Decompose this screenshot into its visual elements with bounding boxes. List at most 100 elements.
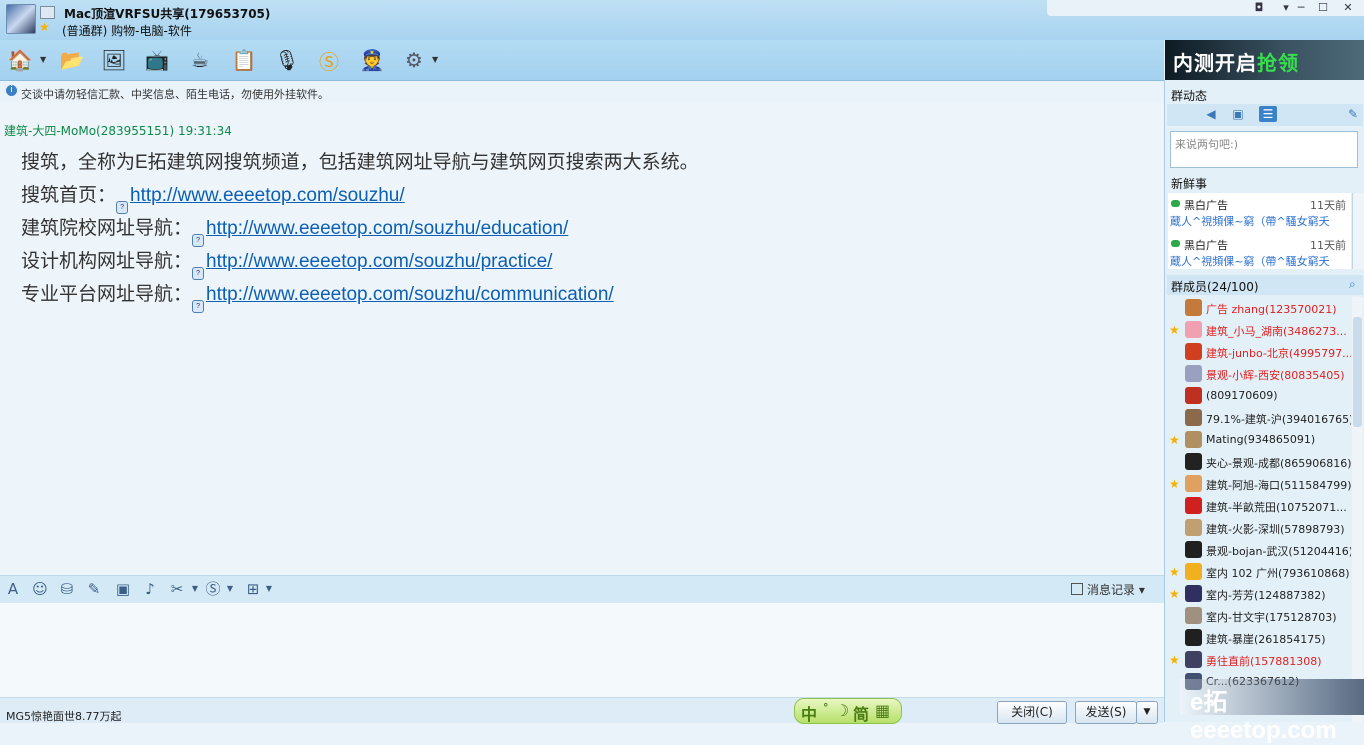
window-title: Mac顶渲VRFSU共享(179653705) [64, 7, 271, 21]
message-text: 建筑院校网址导航： [21, 218, 193, 239]
member-item[interactable]: ★ 建筑-阿旭-海口(511584799) [1165, 473, 1351, 495]
member-item[interactable]: ★ 室内 102 广州(793610868) [1165, 561, 1351, 583]
edit-icon[interactable]: ✎ [85, 580, 103, 598]
speaker-icon[interactable]: ◀ [1202, 106, 1220, 122]
avatar[interactable] [1185, 607, 1202, 624]
chevron-down-icon[interactable]: ▼ [260, 580, 278, 598]
image-icon[interactable]: ▣ [1229, 106, 1247, 122]
news-item[interactable]: 黑白广告 11天前 蔵人^視頻倮~窮（帶^騷女窮夭 [1170, 235, 1350, 269]
avatar[interactable] [1185, 541, 1202, 558]
link-safe-icon: ? [192, 300, 205, 313]
chevron-down-icon[interactable]: ▼ [221, 580, 239, 598]
scrollbar-thumb[interactable] [1353, 317, 1362, 427]
chevron-down-icon[interactable]: ▼ [186, 580, 204, 598]
member-item[interactable]: 景观-bojan-武汉(51204416) [1165, 539, 1351, 561]
avatar[interactable] [1185, 497, 1202, 514]
ime-chinese[interactable]: 中 [801, 701, 817, 725]
avatar[interactable] [1185, 365, 1202, 382]
member-item[interactable]: 室内-甘文宇(175128703) [1165, 605, 1351, 627]
s-app-icon[interactable]: Ⓢ [315, 46, 343, 74]
gift-icon[interactable]: ⛁ [58, 580, 76, 598]
group-avatar[interactable] [6, 4, 36, 34]
keyboard-icon[interactable]: ▦ [875, 701, 890, 720]
member-item[interactable]: 79.1%-建筑-沪(394016765) [1165, 407, 1351, 429]
avatar[interactable] [1185, 431, 1202, 448]
member-item[interactable]: 建筑-半畝荒田(10752071... [1165, 495, 1351, 517]
video-icon[interactable]: 📺 [143, 46, 171, 74]
send-button[interactable]: 发送(S) [1075, 701, 1137, 724]
member-item[interactable]: ★ 室内-芳芳(124887382) [1165, 583, 1351, 605]
message-link[interactable]: http://www.eeeetop.com/souzhu/communicat… [206, 284, 614, 305]
avatar[interactable] [1185, 585, 1202, 602]
ime-punct[interactable]: ° [823, 701, 829, 714]
chevron-down-icon[interactable]: ▼ [432, 55, 438, 64]
member-item[interactable]: ★ Mating(934865091) [1165, 429, 1351, 451]
ime-simplified[interactable]: 简 [853, 701, 869, 725]
avatar[interactable] [1185, 563, 1202, 580]
skin-icon[interactable]: ◘ [1247, 0, 1271, 16]
message-history-button[interactable]: 消息记录 ▾ [1071, 581, 1145, 598]
s-icon[interactable]: Ⓢ [204, 580, 222, 598]
bottom-bar: MG5惊艳面世8.77万起 [0, 697, 1164, 723]
ad-banner[interactable]: 内测开启抢领 [1165, 40, 1364, 80]
list-icon[interactable]: ☰ [1259, 106, 1277, 122]
avatar[interactable] [1185, 453, 1202, 470]
avatar[interactable] [1185, 321, 1202, 338]
send-options-button[interactable]: ▼ [1136, 701, 1158, 724]
list-add-icon[interactable]: 📋 [230, 46, 258, 74]
ime-status-bar[interactable]: 中 ° ☽ 简 ▦ [794, 698, 902, 724]
member-item[interactable]: 景观-小辉-西安(80835405) [1165, 363, 1351, 385]
member-item[interactable]: 建筑-暴崖(261854175) [1165, 627, 1351, 649]
folder-icon[interactable]: 📂 [58, 46, 86, 74]
member-item[interactable]: 夹心-景观-成都(865906816) [1165, 451, 1351, 473]
news-scrollbar[interactable] [1352, 193, 1364, 269]
album-icon[interactable]: 🖼 [100, 46, 128, 74]
image-icon[interactable]: ▣ [114, 580, 132, 598]
avatar[interactable] [1185, 475, 1202, 492]
avatar[interactable] [1185, 387, 1202, 404]
member-item[interactable]: 广告 zhang(123570021) [1165, 297, 1351, 319]
officer-icon[interactable]: 👮 [358, 46, 386, 74]
settings-icon[interactable]: ⚙ [400, 46, 428, 74]
home-icon[interactable]: 🏠 [6, 46, 34, 74]
member-item[interactable]: 建筑-火影-深圳(57898793) [1165, 517, 1351, 539]
avatar[interactable] [1185, 343, 1202, 360]
music-icon[interactable]: ♪ [141, 580, 159, 598]
info-icon: i [6, 85, 17, 96]
maximize-icon[interactable]: ☐ [1311, 0, 1335, 16]
member-name: 建筑_小马_湖南(3486273... [1206, 325, 1347, 338]
message-link[interactable]: http://www.eeeetop.com/souzhu/ [130, 185, 405, 206]
message-link[interactable]: http://www.eeeetop.com/souzhu/practice/ [206, 251, 552, 272]
news-body[interactable]: 蔵人^視頻倮~窮（帶^騷女窮夭 [1170, 253, 1350, 269]
avatar[interactable] [1185, 299, 1202, 316]
microphone-icon[interactable]: 🎙 [273, 46, 301, 74]
chevron-down-icon[interactable]: ▼ [40, 55, 46, 64]
emoji-icon[interactable]: ☺ [31, 580, 49, 598]
search-icon[interactable]: ⌕ [1349, 277, 1356, 292]
ime-moon-icon[interactable]: ☽ [835, 701, 849, 720]
member-item[interactable]: ★ 建筑_小马_湖南(3486273... [1165, 319, 1351, 341]
avatar[interactable] [1185, 629, 1202, 646]
message-input[interactable] [0, 603, 1164, 697]
avatar[interactable] [1185, 651, 1202, 668]
say-input[interactable]: 来说两句吧:) [1170, 131, 1358, 168]
font-icon[interactable]: A [4, 580, 22, 598]
member-scrollbar[interactable] [1352, 297, 1363, 722]
close-icon[interactable]: ✕ [1336, 0, 1360, 16]
member-item[interactable]: 建筑-junbo-北京(4995797... [1165, 341, 1351, 363]
message-link[interactable]: http://www.eeeetop.com/souzhu/education/ [206, 218, 568, 239]
news-body[interactable]: 蔵人^視頻倮~窮（帶^騷女窮夭 [1170, 213, 1350, 231]
chat-history[interactable]: 建筑-大四-MoMo(283955151) 19:31:34 搜筑，全称为E拓建… [0, 103, 1164, 575]
members-title: 群成员(24/100) [1171, 280, 1259, 294]
close-button[interactable]: 关闭(C) [997, 701, 1067, 724]
avatar[interactable] [1185, 519, 1202, 536]
member-item[interactable]: ★ 勇往直前(157881308) [1165, 649, 1351, 671]
news-item[interactable]: 黑白广告 11天前 蔵人^視頻倮~窮（帶^騷女窮夭 [1170, 195, 1350, 231]
member-name: 建筑-暴崖(261854175) [1206, 633, 1326, 646]
minimize-icon[interactable]: ─ [1289, 0, 1313, 16]
member-item[interactable]: (809170609) [1165, 385, 1351, 407]
avatar[interactable] [1185, 409, 1202, 426]
wrench-icon[interactable]: ✎ [1344, 106, 1362, 122]
scissors-icon[interactable]: ✂ [168, 580, 186, 598]
coffee-icon[interactable]: ☕ [186, 46, 214, 74]
